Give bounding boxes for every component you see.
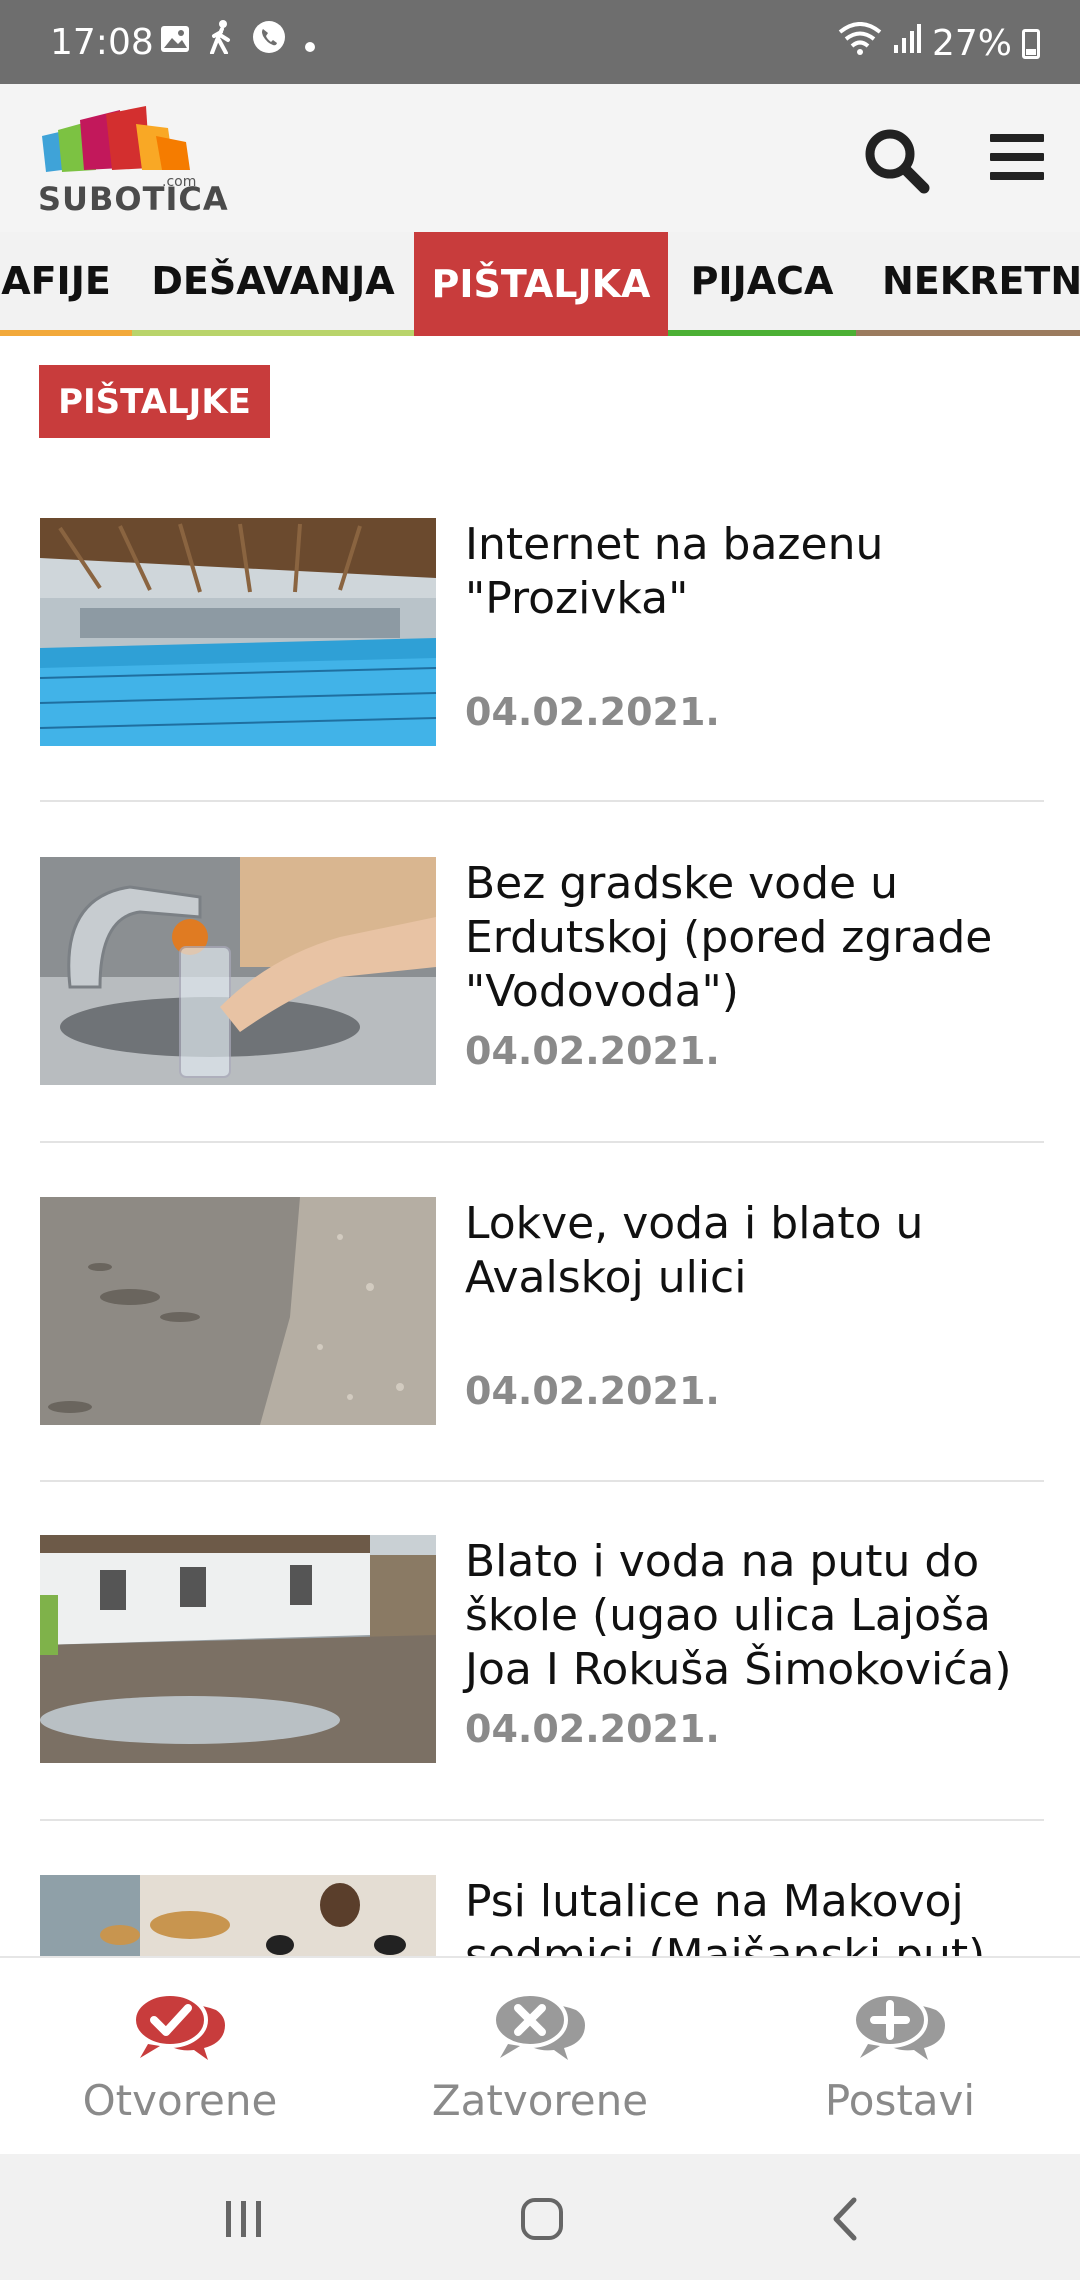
- article-item[interactable]: Bez gradske vode u Erdutskoj (pored zgra…: [40, 857, 1044, 1197]
- back-icon[interactable]: [830, 2194, 860, 2244]
- article-title[interactable]: Lokve, voda i blato u Avalskoj ulici: [465, 1197, 1045, 1305]
- tab-pistaljka[interactable]: PIŠTALJKA: [414, 232, 668, 336]
- divider: [40, 1480, 1044, 1482]
- recent-apps-icon[interactable]: [222, 2194, 266, 2244]
- search-icon: [865, 129, 930, 194]
- wifi-icon: [838, 22, 882, 65]
- divider: [40, 1141, 1044, 1143]
- action-otvorene[interactable]: Otvorene: [0, 1958, 360, 2156]
- category-tabs: AFIJE DEŠAVANJA PIŠTALJKA PIJACA NEKRETN…: [0, 232, 1080, 336]
- battery-percent: 27%: [931, 23, 1012, 64]
- article-item[interactable]: Blato i voda na putu do škole (ugao ulic…: [40, 1535, 1044, 1875]
- article-thumbnail[interactable]: [40, 857, 436, 1085]
- walking-icon: [208, 20, 234, 63]
- article-title[interactable]: Psi lutalice na Makovoj sedmici (Majšans…: [465, 1875, 1044, 1956]
- tab-label: PIJACA: [690, 259, 834, 303]
- article-thumbnail[interactable]: [40, 1875, 436, 1956]
- tab-underline: [0, 330, 132, 336]
- section-label: PIŠTALJKE: [39, 365, 270, 438]
- article-date: 04.02.2021.: [465, 1029, 720, 1073]
- system-nav-bar: [0, 2154, 1080, 2280]
- tab-underline: [668, 330, 856, 336]
- tab-nekretnine[interactable]: NEKRETNI: [856, 232, 1080, 336]
- tab-label: AFIJE: [1, 259, 111, 303]
- article-title[interactable]: Blato i voda na putu do škole (ugao ulic…: [465, 1535, 1045, 1697]
- action-postavi[interactable]: Postavi: [720, 1958, 1080, 2156]
- logo-text: SUBOTICA: [38, 180, 229, 218]
- phone-icon: [252, 20, 286, 63]
- chat-check-icon: [132, 1992, 225, 2060]
- article-date: 04.02.2021.: [465, 1369, 720, 1413]
- search-button[interactable]: [862, 126, 932, 196]
- water-glass-image: [40, 857, 436, 1085]
- divider: [40, 800, 1044, 802]
- status-right: 27%: [838, 22, 1040, 65]
- signal-icon: [892, 23, 922, 64]
- tab-label: DEŠAVANJA: [151, 259, 395, 303]
- app-header: .com SUBOTICA: [0, 84, 1080, 232]
- pool-image: [40, 518, 436, 746]
- article-date: 04.02.2021.: [465, 1707, 720, 1751]
- puddle-image: [40, 1197, 436, 1425]
- tab-underline: [856, 330, 1080, 336]
- chat-plus-icon: [852, 1992, 945, 2060]
- action-zatvorene[interactable]: Zatvorene: [360, 1958, 720, 2156]
- divider: [40, 1819, 1044, 1821]
- tab-desavanja[interactable]: DEŠAVANJA: [132, 232, 414, 336]
- tab-label: NEKRETNI: [882, 259, 1080, 303]
- dot-icon: [304, 21, 316, 62]
- stray-dogs-image: [40, 1875, 436, 1956]
- article-date: 04.02.2021.: [465, 690, 720, 734]
- bottom-action-bar: Otvorene Zatvorene Postavi: [0, 1956, 1080, 2156]
- battery-icon: [1022, 28, 1040, 59]
- article-thumbnail[interactable]: [40, 518, 436, 746]
- article-thumbnail[interactable]: [40, 1197, 436, 1425]
- action-label: Otvorene: [82, 2076, 278, 2125]
- tab-afije[interactable]: AFIJE: [0, 232, 132, 336]
- tab-pijaca[interactable]: PIJACA: [668, 232, 856, 336]
- article-item[interactable]: Lokve, voda i blato u Avalskoj ulici 04.…: [40, 1197, 1044, 1537]
- article-item[interactable]: Psi lutalice na Makovoj sedmici (Majšans…: [40, 1875, 1044, 1956]
- article-thumbnail[interactable]: [40, 1535, 436, 1763]
- action-label: Zatvorene: [431, 2076, 649, 2125]
- article-item[interactable]: Internet na bazenu "Prozivka" 04.02.2021…: [40, 518, 1044, 858]
- status-icons: [160, 20, 316, 63]
- article-title[interactable]: Bez gradske vode u Erdutskoj (pored zgra…: [465, 857, 1045, 1019]
- tab-underline: [132, 330, 414, 336]
- muddy-street-image: [40, 1535, 436, 1763]
- status-bar: 17:08 27%: [0, 0, 1080, 84]
- tab-label: PIŠTALJKA: [431, 262, 651, 306]
- menu-icon: [990, 134, 1044, 142]
- action-label: Postavi: [824, 2076, 976, 2125]
- home-icon[interactable]: [519, 2194, 565, 2244]
- chat-x-icon: [492, 1992, 585, 2060]
- menu-button[interactable]: [990, 134, 1044, 184]
- image-icon: [160, 21, 190, 62]
- article-title[interactable]: Internet na bazenu "Prozivka": [465, 518, 1045, 626]
- status-time: 17:08: [50, 22, 154, 63]
